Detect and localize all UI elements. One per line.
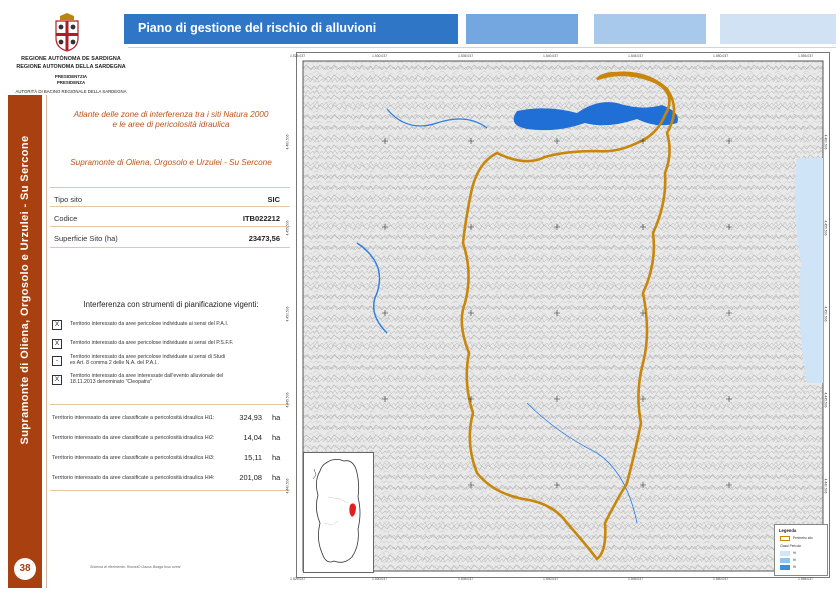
right-tick-label: 4.445.506	[823, 392, 828, 408]
site-code-label: Codice	[54, 214, 78, 223]
right-tick-label: 4.440.506	[823, 478, 828, 494]
legend-label: Hi	[793, 551, 797, 555]
hazard-hi4-unit: ha	[272, 473, 281, 482]
header-title-bar: Piano di gestione del rischio di alluvio…	[124, 14, 458, 44]
bottom-tick-label: 1.525.037	[290, 577, 306, 581]
site-type-value: SIC	[267, 195, 280, 204]
bottom-tick-label: 1.545.037	[628, 577, 644, 581]
interference-title: Interferenza con strumenti di pianificaz…	[83, 300, 259, 309]
legend-swatch-hi	[780, 551, 790, 556]
top-tick-label: 1.525.037	[290, 54, 306, 58]
hazard-hi4-label: Territorio interessato da aree classific…	[52, 475, 215, 481]
top-tick-label: 1.535.037	[458, 54, 474, 58]
relief-overlay	[303, 61, 823, 571]
legend-label: Hi	[793, 558, 797, 562]
legend-label: Hi	[793, 565, 797, 569]
map-legend: Legenda Perimetro sito Classi Pericolo H…	[774, 524, 828, 576]
legend-swatch-hi	[780, 558, 790, 563]
right-tick-label: 4.455.506	[823, 220, 828, 236]
hazard-hi3-label: Territorio interessato da aree classific…	[52, 455, 215, 461]
bottom-tick-label: 1.550.037	[713, 577, 729, 581]
info-separator	[50, 206, 290, 207]
info-separator	[50, 187, 290, 188]
legend-swatch-hi	[780, 565, 790, 570]
legend-swatch-boundary	[780, 536, 790, 541]
info-separator	[50, 404, 290, 405]
sidebar-divider	[46, 95, 47, 588]
map-canvas	[302, 60, 824, 572]
hazard-hi1-unit: ha	[272, 413, 281, 422]
site-type-label: Tipo sito	[54, 195, 83, 204]
hazard-hi1-label: Territorio interessato da aree classific…	[52, 415, 215, 421]
header-band-1	[466, 14, 578, 44]
bottom-tick-label: 1.555.037	[798, 577, 814, 581]
page-title: Piano di gestione del rischio di alluvio…	[138, 21, 377, 35]
hazard-hi2-value: 14,04	[243, 433, 263, 442]
header-divider	[128, 47, 836, 48]
sardinia-locator-inset	[303, 452, 374, 573]
legend-title: Legenda	[779, 528, 797, 533]
legend-label: Classi Pericolo	[780, 544, 802, 548]
header-band-3	[720, 14, 836, 44]
hazard-hi4-value: 201,08	[239, 473, 262, 482]
check-psff-text: Territorio interessato da aree pericolos…	[70, 340, 234, 346]
right-tick-label: 4.450.506	[823, 306, 828, 322]
site-area-value: 23473,56	[248, 234, 280, 243]
check-pai-text: Territorio interessato da aree pericolos…	[70, 321, 229, 327]
header-band-2	[594, 14, 706, 44]
checkbox-psff: X	[52, 339, 62, 349]
checkbox-cleopatra: X	[52, 375, 62, 385]
check-studi-text: Territorio interessato da aree pericolos…	[70, 354, 226, 367]
left-tick-label: 4.455.506	[285, 220, 290, 236]
top-tick-label: 1.545.037	[628, 54, 644, 58]
org-basin-authority: AUTORITÀ DI BACINO REGIONALE DELLA SARDE…	[15, 89, 127, 94]
info-separator	[50, 247, 290, 248]
left-tick-label: 4.460.506	[285, 134, 290, 150]
left-tick-label: 4.450.506	[285, 306, 290, 322]
sardinia-outline-icon	[312, 459, 361, 563]
top-tick-label: 1.550.037	[713, 54, 729, 58]
site-name: Supramonte di Oliena, Orgosolo e Urzulei…	[70, 158, 272, 167]
hazard-hi3-unit: ha	[272, 453, 281, 462]
top-tick-label: 1.530.037	[372, 54, 388, 58]
org-presidency-italian: PRESIDENZA	[56, 80, 86, 85]
right-tick-label: 4.460.506	[823, 134, 828, 150]
checkbox-studi: -	[52, 356, 62, 366]
region-logo-block: REGIONE AUTÒNOMA DE SARDIGNA REGIONE AUT…	[8, 10, 126, 98]
info-separator	[50, 226, 290, 227]
left-tick-label: 4.440.506	[285, 478, 290, 494]
sidebar-site-label: Supramonte di Oliena, Orgosolo e Urzulei…	[19, 135, 31, 445]
page-number-badge: 38	[14, 558, 36, 580]
site-area-label: Superficie Sito (ha)	[54, 234, 118, 243]
hazard-hi2-unit: ha	[272, 433, 281, 442]
left-tick-label: 4.445.506	[285, 392, 290, 408]
hazard-hi1-value: 324,93	[239, 413, 262, 422]
checkbox-pai: X	[52, 320, 62, 330]
hazard-hi2-label: Territorio interessato da aree classific…	[52, 435, 215, 441]
bottom-tick-label: 1.535.037	[458, 577, 474, 581]
info-separator	[50, 490, 290, 491]
check-cleopatra-text: Territorio interessato da aree interessa…	[70, 373, 224, 386]
bottom-tick-label: 1.540.037	[543, 577, 559, 581]
top-tick-label: 1.555.037	[798, 54, 814, 58]
sardinia-coat-of-arms-icon	[55, 13, 79, 52]
top-tick-label: 1.540.037	[543, 54, 559, 58]
hazard-map[interactable]	[296, 52, 830, 578]
org-name-sardinian: REGIONE AUTÒNOMA DE SARDIGNA	[21, 56, 121, 62]
bottom-tick-label: 1.530.037	[372, 577, 388, 581]
org-name-italian: REGIONE AUTONOMA DELLA SARDEGNA	[16, 64, 126, 70]
reference-system-note: Sistema di riferimento: Roma40 Gauss Boa…	[90, 565, 181, 569]
atlas-title-line1: Atlante delle zone di interferenza tra i…	[73, 110, 269, 119]
org-presidency-sardinian: PRESIDENTZIA	[54, 74, 88, 79]
legend-label: Perimetro sito	[793, 536, 813, 540]
site-sidebar: Supramonte di Oliena, Orgosolo e Urzulei…	[8, 95, 42, 588]
hazard-hi3-value: 15,11	[244, 453, 262, 462]
atlas-title-line2: e le aree di pericolosità idraulica	[112, 120, 230, 129]
site-code-value: ITB022212	[242, 214, 280, 223]
